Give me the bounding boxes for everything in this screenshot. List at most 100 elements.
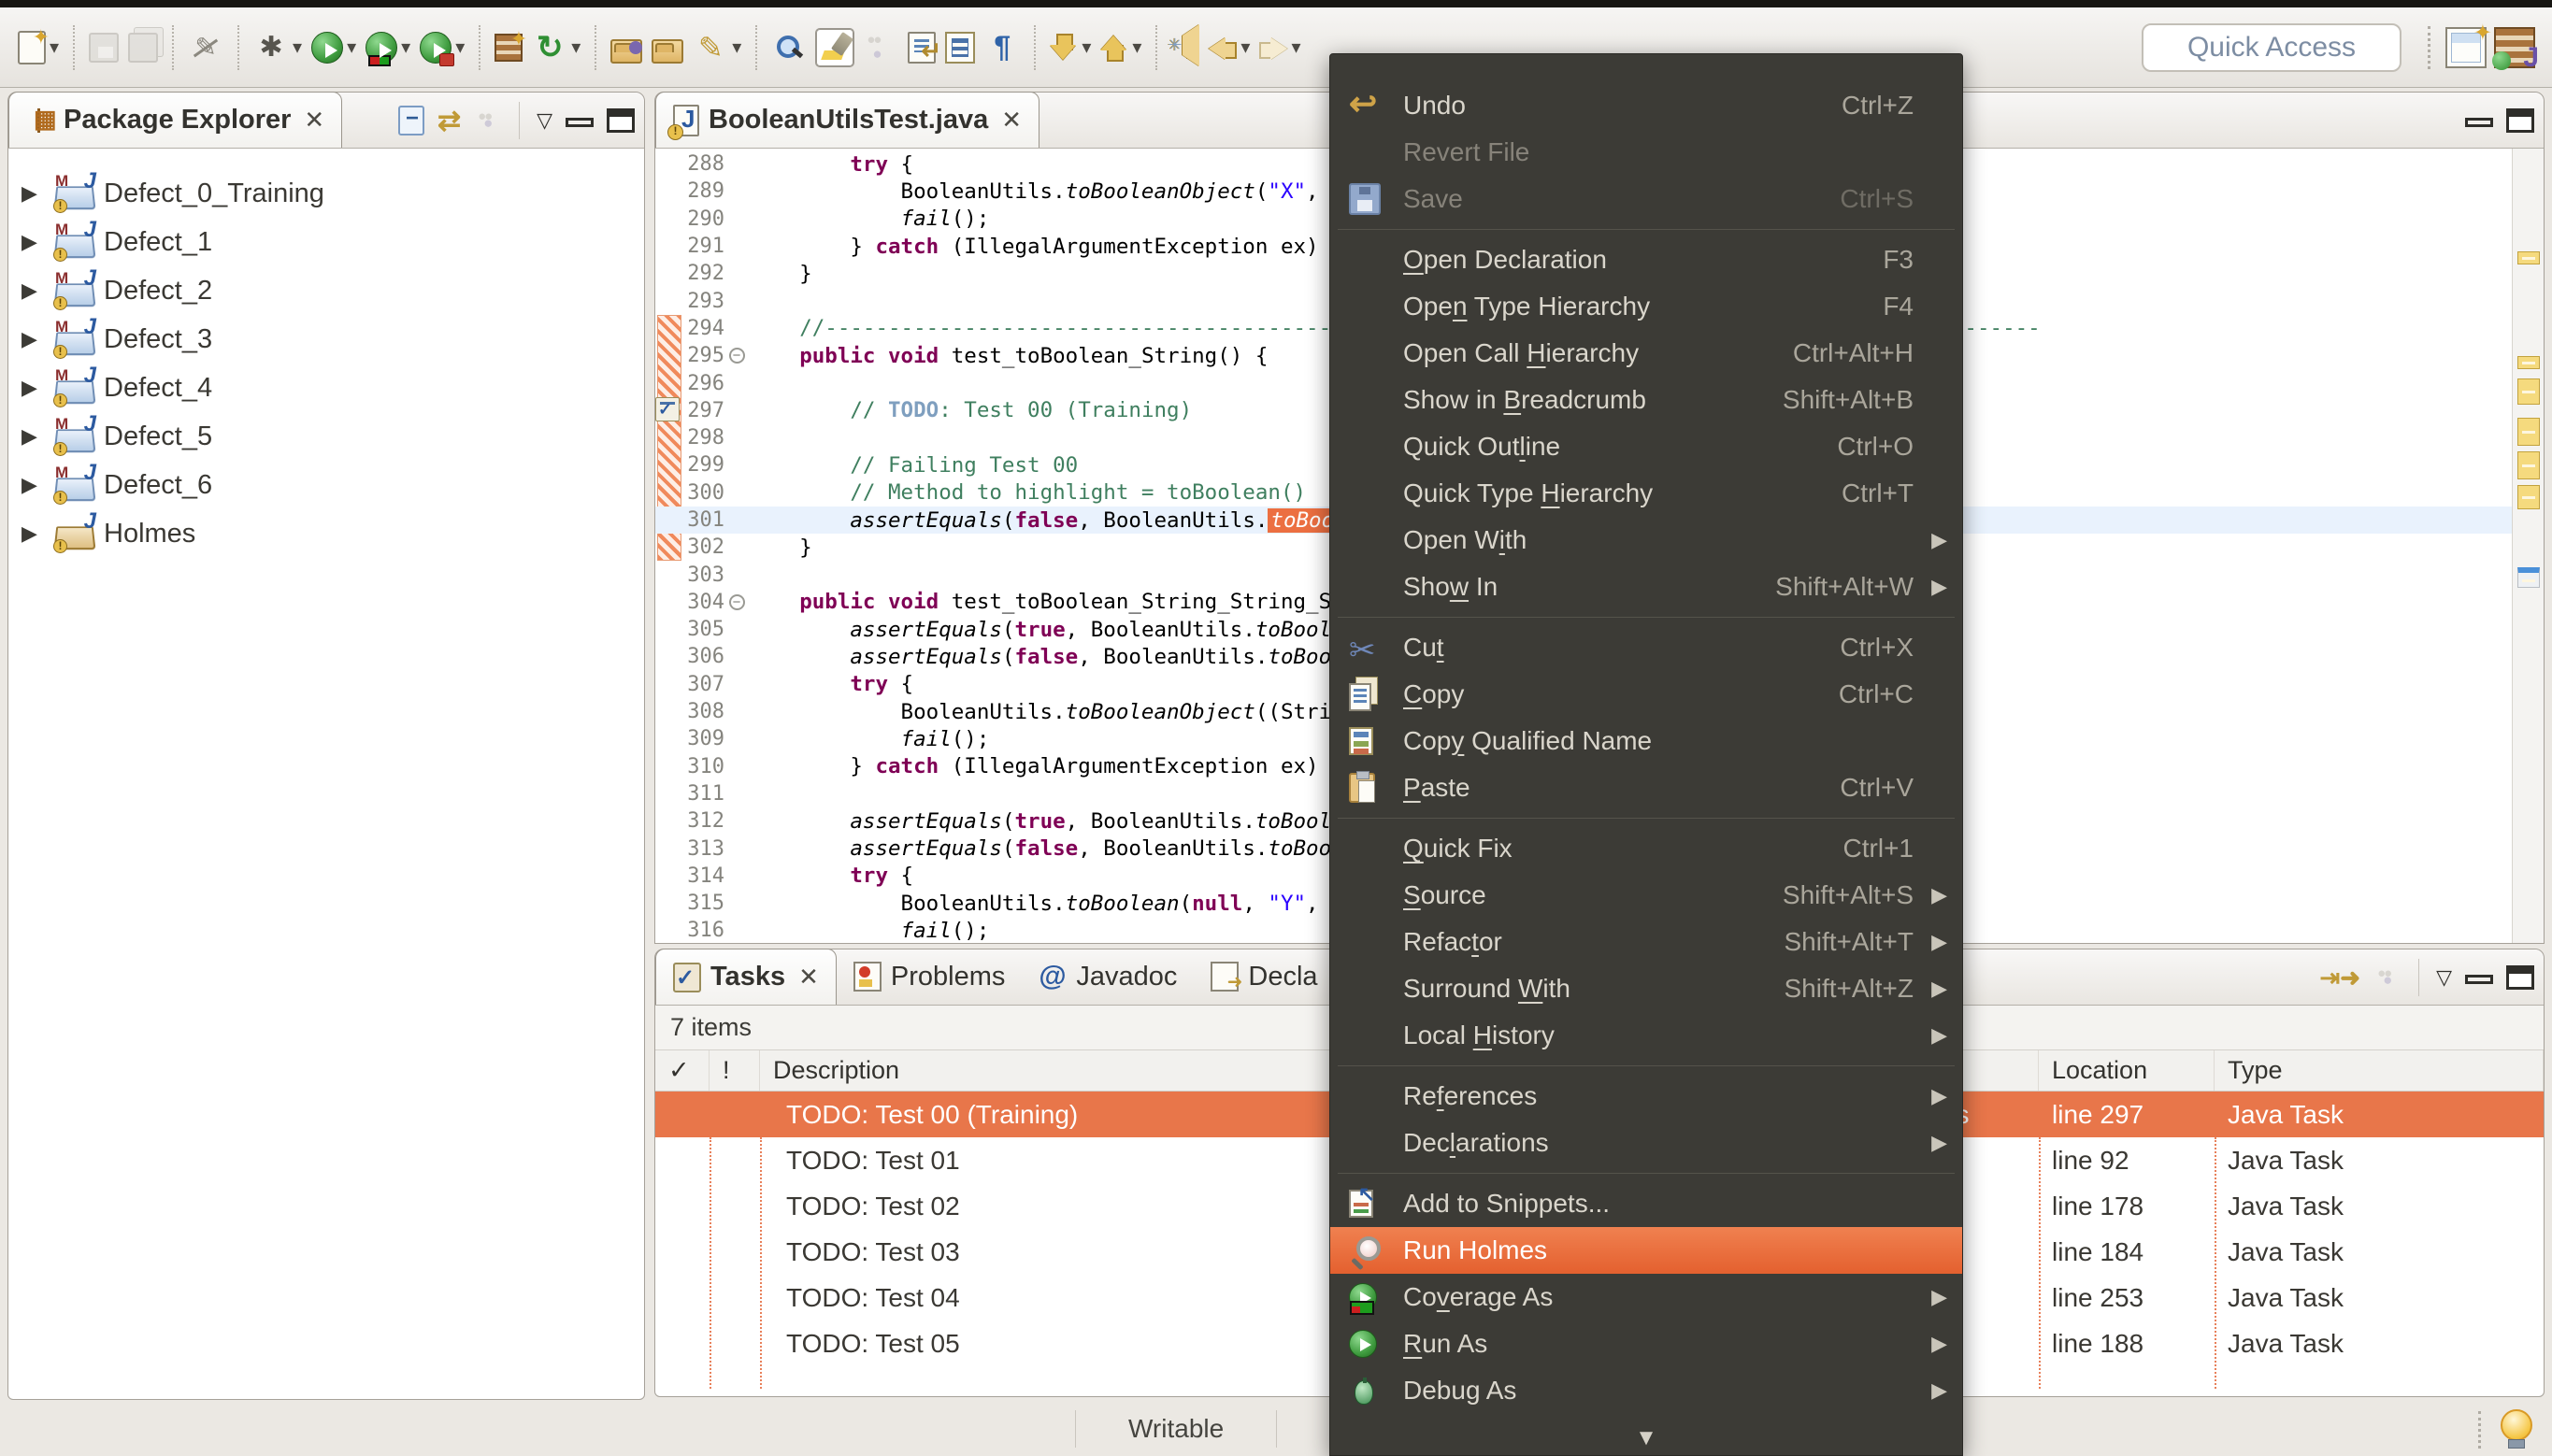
expand-arrow-icon[interactable]: ▶ (22, 376, 46, 400)
expand-arrow-icon[interactable]: ▶ (22, 424, 46, 449)
overview-ruler[interactable] (2512, 149, 2544, 943)
view-menu-icon[interactable]: ▽ (2436, 965, 2452, 990)
menu-item-cut[interactable]: ✂ Cut Ctrl+X (1330, 624, 1962, 671)
menu-item-run-holmes[interactable]: Run Holmes (1330, 1227, 1962, 1274)
tree-item-Defect_4[interactable]: ▶ M J! Defect_4 (8, 363, 644, 412)
maximize-icon[interactable] (2506, 965, 2534, 990)
search-icon[interactable] (767, 24, 811, 71)
menu-item-add-to-snippets[interactable]: Add to Snippets... (1330, 1180, 1962, 1227)
column-type[interactable]: Type (2215, 1050, 2544, 1091)
menu-item-show-in-breadcrumb[interactable]: Show in Breadcrumb Shift+Alt+B (1330, 377, 1962, 423)
task-ruler-marker[interactable] (2517, 418, 2540, 446)
link-with-editor-icon[interactable]: ⇄ (437, 105, 461, 137)
java-perspective-icon[interactable] (2492, 26, 2539, 74)
menu-item-run-as[interactable]: Run As ▶ (1330, 1320, 1962, 1367)
tab-decla[interactable]: Decla (1194, 949, 1334, 1005)
prev-annotation-icon[interactable]: ▾ (1096, 26, 1146, 69)
column-completed[interactable]: ✓ (655, 1050, 710, 1091)
task-ruler-marker[interactable] (2517, 451, 2540, 479)
open-resource-icon[interactable] (647, 26, 688, 69)
task-ruler-marker[interactable] (2517, 251, 2540, 264)
column-location[interactable]: Location (2039, 1050, 2215, 1091)
refresh-icon[interactable]: ↻ ▾ (527, 24, 585, 71)
minimize-icon[interactable] (566, 118, 594, 127)
menu-item-coverage-as[interactable]: Coverage As ▶ (1330, 1274, 1962, 1320)
expand-arrow-icon[interactable]: ▶ (22, 521, 46, 546)
close-icon[interactable]: ✕ (304, 106, 324, 135)
minimize-icon[interactable] (2465, 975, 2493, 984)
save-icon[interactable] (84, 27, 123, 68)
next-edit-icon[interactable] (903, 26, 941, 69)
tree-item-Holmes[interactable]: ▶ J! Holmes (8, 508, 644, 558)
maximize-icon[interactable] (2506, 108, 2534, 133)
focus-icon[interactable] (474, 107, 502, 135)
annotation-prefs-icon[interactable] (858, 24, 903, 71)
forward-icon[interactable]: ▾ (1254, 26, 1305, 69)
menu-item-debug-as[interactable]: Debug As ▶ (1330, 1367, 1962, 1414)
dropdown-arrow-icon[interactable]: ▾ (347, 36, 356, 59)
open-perspective-icon[interactable] (2445, 20, 2492, 68)
coverage-icon[interactable]: ▾ (361, 26, 415, 69)
expand-arrow-icon[interactable]: ▶ (22, 327, 46, 351)
menu-item-open-with[interactable]: Open With ▶ (1330, 517, 1962, 564)
dropdown-arrow-icon[interactable]: ▾ (1132, 36, 1141, 59)
menu-item-revert-file[interactable]: Revert File (1330, 129, 1962, 176)
quick-access-input[interactable]: Quick Access (2142, 22, 2401, 72)
run-external-icon[interactable]: ▾ (415, 26, 469, 69)
run-icon[interactable]: ▾ (307, 26, 361, 69)
task-list-icon[interactable] (940, 26, 980, 69)
tree-item-Defect_3[interactable]: ▶ M J! Defect_3 (8, 314, 644, 364)
lightbulb-icon[interactable] (2498, 1409, 2535, 1450)
new-java-project-icon[interactable] (490, 27, 527, 67)
tree-item-Defect_6[interactable]: ▶ M J! Defect_6 (8, 460, 644, 509)
expand-arrow-icon[interactable]: ▶ (22, 230, 46, 254)
menu-item-refactor[interactable]: Refactor Shift+Alt+T ▶ (1330, 919, 1962, 965)
tab-package-explorer[interactable]: Package Explorer ✕ (8, 92, 343, 148)
task-marker-icon[interactable] (655, 396, 680, 421)
mark-occurrences-icon[interactable] (811, 23, 858, 72)
expand-arrow-icon[interactable]: ▶ (22, 278, 46, 303)
dropdown-arrow-icon[interactable]: ▾ (455, 36, 465, 59)
tab-editor-file[interactable]: BooleanUtilsTest.java ✕ (655, 92, 1040, 148)
menu-item-quick-outline[interactable]: Quick Outline Ctrl+O (1330, 423, 1962, 470)
menu-item-show-in[interactable]: Show In Shift+Alt+W ▶ (1330, 564, 1962, 610)
back-icon[interactable]: ▾ (1204, 26, 1254, 69)
dropdown-arrow-icon[interactable]: ▾ (401, 36, 410, 59)
menu-scroll-down-icon[interactable]: ▼ (1330, 1425, 1962, 1451)
tab-problems[interactable]: Problems (837, 949, 1023, 1005)
new-wizard-icon[interactable]: ▾ (13, 25, 64, 70)
open-type-icon[interactable] (606, 26, 647, 69)
tree-item-Defect_1[interactable]: ▶ M J! Defect_1 (8, 217, 644, 266)
menu-item-copy[interactable]: Copy Ctrl+C (1330, 671, 1962, 718)
maximize-icon[interactable] (607, 108, 635, 133)
dropdown-arrow-icon[interactable]: ▾ (1291, 36, 1300, 59)
menu-item-references[interactable]: References ▶ (1330, 1073, 1962, 1120)
menu-item-open-type-hierarchy[interactable]: Open Type Hierarchy F4 (1330, 283, 1962, 330)
menu-item-undo[interactable]: ↩ Undo Ctrl+Z (1330, 82, 1962, 129)
menu-item-local-history[interactable]: Local History ▶ (1330, 1012, 1962, 1059)
dropdown-arrow-icon[interactable]: ▾ (293, 36, 302, 59)
menu-item-quick-type-hierarchy[interactable]: Quick Type Hierarchy Ctrl+T (1330, 470, 1962, 517)
menu-item-surround-with[interactable]: Surround With Shift+Alt+Z ▶ (1330, 965, 1962, 1012)
menu-item-paste[interactable]: Paste Ctrl+V (1330, 764, 1962, 811)
dropdown-arrow-icon[interactable]: ▾ (1082, 36, 1091, 59)
occurrence-marker[interactable] (2517, 567, 2540, 588)
dropdown-arrow-icon[interactable]: ▾ (1240, 36, 1250, 59)
collapse-all-icon[interactable] (397, 106, 424, 136)
close-icon[interactable]: ✕ (1001, 106, 1022, 135)
pen-slash-icon[interactable]: ✎ (183, 24, 228, 71)
search-pencil-icon[interactable]: ✎ ▾ (688, 24, 746, 71)
dropdown-arrow-icon[interactable]: ▾ (571, 36, 581, 59)
tree-item-Defect_0_Training[interactable]: ▶ M J! Defect_0_Training (8, 168, 644, 218)
filter-icon[interactable]: ⇥➜ (2320, 964, 2361, 992)
minimize-icon[interactable] (2465, 118, 2493, 127)
menu-item-open-declaration[interactable]: Open Declaration F3 (1330, 236, 1962, 283)
expand-arrow-icon[interactable]: ▶ (22, 181, 46, 206)
task-ruler-marker[interactable] (2517, 356, 2540, 369)
task-ruler-marker[interactable] (2517, 378, 2540, 405)
dropdown-arrow-icon[interactable]: ▾ (732, 36, 741, 59)
debug-last-icon[interactable]: ✱ ▾ (249, 24, 307, 71)
expand-arrow-icon[interactable]: ▶ (22, 473, 46, 497)
menu-item-open-call-hierarchy[interactable]: Open Call Hierarchy Ctrl+Alt+H (1330, 330, 1962, 377)
tree-item-Defect_2[interactable]: ▶ M J! Defect_2 (8, 265, 644, 315)
